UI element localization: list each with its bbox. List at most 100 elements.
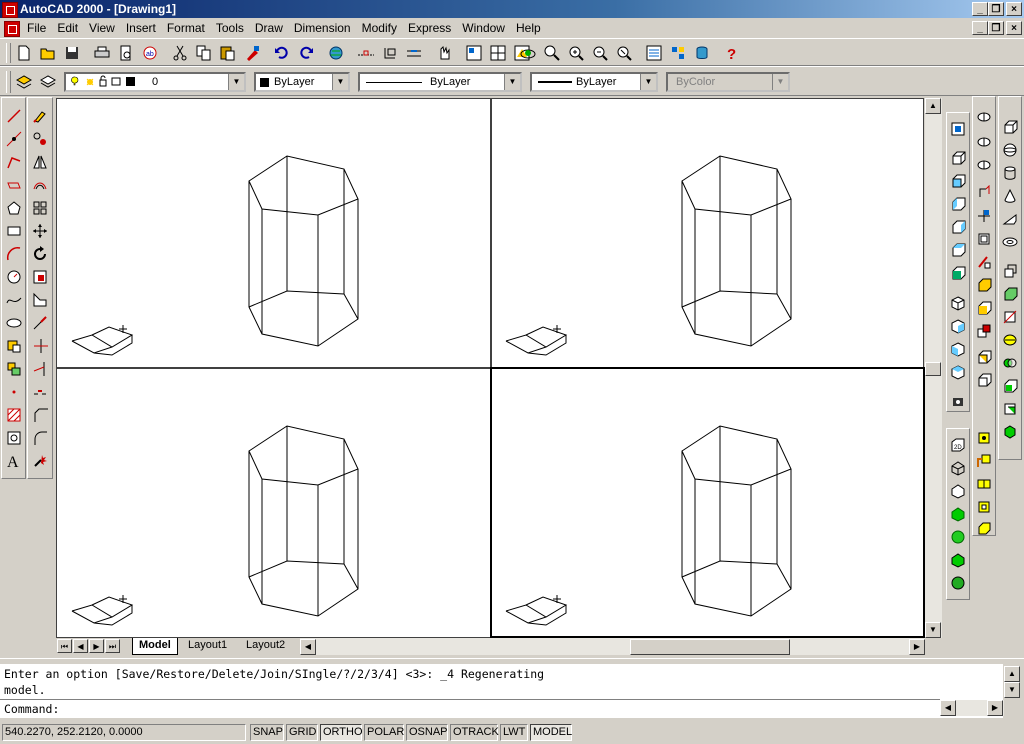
model-toggle[interactable]: MODEL [530, 724, 572, 741]
erase-icon[interactable] [30, 106, 50, 126]
torus-icon[interactable] [1000, 232, 1020, 252]
doc-restore-button[interactable]: ❐ [988, 21, 1004, 35]
section-icon[interactable] [1000, 330, 1020, 350]
redo-icon[interactable] [296, 43, 316, 63]
ucs-origin-icon[interactable] [974, 132, 994, 152]
bottom-view-icon[interactable] [948, 171, 968, 191]
minimize-button[interactable]: _ [972, 2, 988, 16]
ucs-icon[interactable] [380, 43, 400, 63]
autocad-icon[interactable] [2, 2, 18, 18]
ucs-face-icon[interactable] [974, 298, 994, 318]
command-scroll-up[interactable]: ▲ [1004, 666, 1020, 682]
slice-icon[interactable] [1000, 307, 1020, 327]
properties-icon[interactable] [644, 43, 664, 63]
horizontal-scrollbar[interactable]: ◀ ▶ [300, 638, 925, 655]
command-scroll-left[interactable]: ◀ [940, 700, 956, 716]
grid-toggle[interactable]: GRID [286, 724, 318, 741]
publish-icon[interactable]: ab [140, 43, 160, 63]
trim-icon[interactable] [30, 336, 50, 356]
setup-view-icon[interactable] [1000, 399, 1020, 419]
object-snap-icon[interactable] [356, 43, 376, 63]
ucs-restore-icon[interactable] [974, 497, 994, 517]
ucs-y-icon[interactable] [974, 206, 994, 226]
setup-drawing-icon[interactable] [1000, 376, 1020, 396]
linetype-combo[interactable]: ByLayer ▼ [358, 72, 522, 92]
next-tab-button[interactable]: ▶ [89, 639, 104, 653]
first-tab-button[interactable]: ⏮ [57, 639, 72, 653]
command-hscroll[interactable]: ◀ ▶ [940, 700, 1004, 716]
copy-icon[interactable] [194, 43, 214, 63]
command-scroll-down[interactable]: ▼ [1004, 682, 1020, 698]
toolbar-grip[interactable] [6, 71, 11, 93]
viewport-top-left[interactable] [56, 98, 491, 368]
web-icon[interactable] [326, 43, 346, 63]
flat-edges-icon[interactable] [948, 550, 968, 570]
hatch-icon[interactable] [4, 405, 24, 425]
scale-icon[interactable] [30, 267, 50, 287]
chevron-down-icon[interactable]: ▼ [504, 74, 520, 90]
ucs-world-icon[interactable] [974, 107, 994, 127]
stretch-icon[interactable] [30, 290, 50, 310]
paste-icon[interactable] [218, 43, 238, 63]
pan-realtime-icon[interactable] [434, 43, 454, 63]
tab-model[interactable]: Model [132, 638, 178, 655]
save-icon[interactable] [62, 43, 82, 63]
close-button[interactable]: × [1006, 2, 1022, 16]
flat-shaded-icon[interactable] [948, 504, 968, 524]
viewport-bottom-left[interactable] [56, 368, 491, 638]
command-scroll-right[interactable]: ▶ [987, 700, 1003, 716]
otrack-toggle[interactable]: OTRACK [450, 724, 499, 741]
cone-icon[interactable] [1000, 186, 1020, 206]
doc-minimize-button[interactable]: _ [972, 21, 988, 35]
copy-object-icon[interactable] [30, 129, 50, 149]
polyline-icon[interactable] [4, 152, 24, 172]
line-icon[interactable] [4, 106, 24, 126]
extend-icon[interactable] [30, 359, 50, 379]
prev-tab-button[interactable]: ◀ [73, 639, 88, 653]
command-prompt[interactable]: Command: [4, 702, 59, 716]
viewport-top-right[interactable] [491, 98, 924, 368]
layers-icon[interactable] [38, 72, 58, 92]
help-icon[interactable]: ? [722, 43, 742, 63]
move-icon[interactable] [30, 221, 50, 241]
nw-iso-icon[interactable] [948, 362, 968, 382]
ne-iso-icon[interactable] [948, 339, 968, 359]
chevron-down-icon[interactable]: ▼ [332, 74, 348, 90]
chevron-down-icon[interactable]: ▼ [640, 74, 656, 90]
tab-layout2[interactable]: Layout2 [240, 638, 291, 654]
snap-toggle[interactable]: SNAP [250, 724, 284, 741]
se-iso-icon[interactable] [948, 316, 968, 336]
horizontal-scroll-thumb[interactable] [630, 639, 790, 655]
back-view-icon[interactable] [948, 263, 968, 283]
orbit-icon[interactable] [518, 43, 538, 63]
ucs-save-icon[interactable] [974, 518, 994, 538]
menu-modify[interactable]: Modify [357, 20, 403, 35]
camera-icon[interactable] [948, 391, 968, 411]
ucs-z-icon[interactable] [974, 229, 994, 249]
right-view-icon[interactable] [948, 217, 968, 237]
pentagon-icon[interactable] [4, 198, 24, 218]
menu-draw[interactable]: Draw [250, 20, 289, 35]
ucs-move-icon[interactable] [974, 474, 994, 494]
gouraud-shaded-icon[interactable] [948, 527, 968, 547]
point-icon[interactable] [4, 382, 24, 402]
insert-block-icon[interactable] [4, 336, 24, 356]
sw-iso-icon[interactable] [948, 293, 968, 313]
wedge-icon[interactable] [1000, 209, 1020, 229]
ortho-toggle[interactable]: ORTHO [320, 724, 363, 741]
vertical-scroll-thumb[interactable] [925, 362, 941, 376]
make-block-icon[interactable] [4, 359, 24, 379]
view-icon[interactable] [948, 119, 968, 139]
menu-insert[interactable]: Insert [121, 20, 162, 35]
menu-express[interactable]: Express [403, 20, 457, 35]
tab-layout1[interactable]: Layout1 [182, 638, 233, 654]
menu-view[interactable]: View [84, 20, 121, 35]
scroll-down-button[interactable]: ▼ [925, 622, 941, 638]
revolve-icon[interactable] [1000, 284, 1020, 304]
ucs-orthographic-icon[interactable] [974, 451, 994, 471]
distance-icon[interactable] [404, 43, 424, 63]
multiline-text-icon[interactable]: A [4, 451, 24, 471]
scroll-right-button[interactable]: ▶ [909, 639, 925, 655]
menu-help[interactable]: Help [511, 20, 547, 35]
menu-dimension[interactable]: Dimension [289, 20, 357, 35]
